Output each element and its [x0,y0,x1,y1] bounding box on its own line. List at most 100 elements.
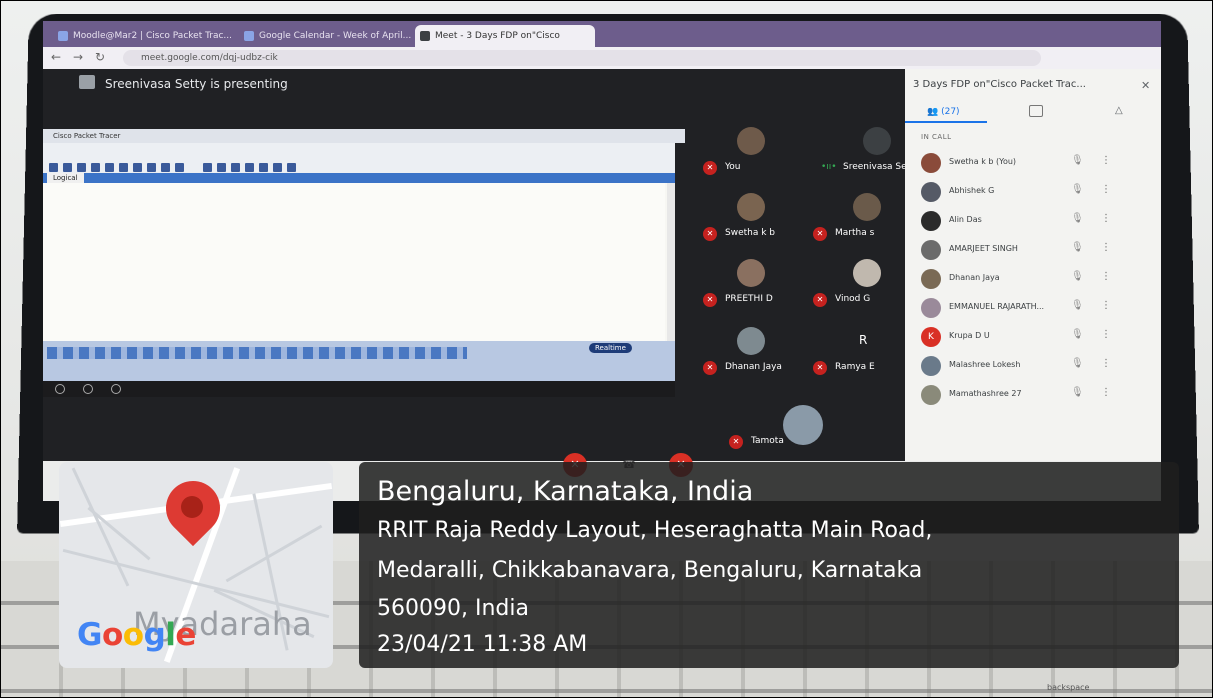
participant-row[interactable]: Swetha k b (You) 🎙 ⋮ [905,149,1161,177]
participant-name: Abhishek G [949,186,995,195]
more-options-icon[interactable]: ⋮ [1101,155,1111,166]
participant-name: Malashree Lokesh [949,360,1021,369]
participant-row[interactable]: K Krupa D U 🎙 ⋮ [905,323,1161,351]
mic-off-icon: ✕ [703,161,717,175]
pt-tool-icon [231,163,240,172]
laptop-screen: Moodle@Mar2 | Cisco Packet Trac... Googl… [43,21,1161,461]
address-line-2: Medaralli, Chikkabanavara, Bengaluru, Ka… [377,558,923,583]
participant-row[interactable]: Alin Das 🎙 ⋮ [905,207,1161,235]
avatar [783,405,823,445]
avatar [921,298,941,318]
tab-favicon-icon [58,31,68,41]
more-options-icon[interactable]: ⋮ [1101,358,1111,369]
url-field[interactable]: meet.google.com/dqj-udbz-cik [123,50,1041,66]
pt-tool-icon [217,163,226,172]
tab-favicon-icon [244,31,254,41]
participant-row[interactable]: Abhishek G 🎙 ⋮ [905,178,1161,206]
mic-off-icon: 🎙 [1071,300,1084,311]
avatar [921,240,941,260]
participant-row[interactable]: Malashree Lokesh 🎙 ⋮ [905,352,1161,380]
more-options-icon[interactable]: ⋮ [1101,242,1111,253]
tile-name: You [725,162,741,172]
photo-frame: Moodle@Mar2 | Cisco Packet Trac... Googl… [0,0,1213,698]
location-city: Bengaluru, Karnataka, India [377,476,754,507]
participant-row[interactable]: Mamathashree 27 🎙 ⋮ [905,381,1161,409]
pt-scrollbar [667,183,675,341]
mic-off-icon: 🎙 [1071,184,1084,195]
avatar [921,211,941,231]
avatar [921,385,941,405]
pt-logical-bar: Logical [43,173,675,183]
pt-realtime-badge: Realtime [589,343,632,353]
participant-name: Swetha k b (You) [949,157,1017,166]
reload-icon[interactable]: ↻ [95,50,105,64]
presenting-banner: Sreenivasa Setty is presenting [105,77,288,91]
mic-off-icon: ✕ [703,361,717,375]
tile-tamota: ✕ Tamota [729,405,849,455]
avatar [737,259,765,287]
avatar [921,182,941,202]
participant-name: Mamathashree 27 [949,389,1022,398]
google-logo: Google [77,617,196,653]
pt-tool-icon [161,163,170,172]
pt-workspace [43,183,665,341]
tab-favicon-icon [420,31,430,41]
more-options-icon[interactable]: ⋮ [1101,329,1111,340]
mic-off-icon: 🎙 [1071,242,1084,253]
mic-off-icon: ✕ [703,227,717,241]
more-options-icon[interactable]: ⋮ [1101,213,1111,224]
tile-martha: ✕ Martha s [813,193,913,253]
pt-logical-tab: Logical [47,173,84,183]
panel-title: 3 Days FDP on"Cisco Packet Trac... [913,79,1086,90]
activities-icon[interactable]: △ [1115,105,1123,116]
avatar [737,193,765,221]
chat-icon[interactable] [1029,105,1043,117]
avatar: K [921,327,941,347]
pt-tool-icon [91,163,100,172]
mic-off-icon: ✕ [729,435,743,449]
browser-tab-meet[interactable]: Meet - 3 Days FDP on"Cisco [415,25,595,47]
pt-tool-icon [245,163,254,172]
tile-name: Dhanan Jaya [725,362,782,372]
browser-tab-calendar[interactable]: Google Calendar - Week of April... [239,25,429,47]
avatar [921,153,941,173]
forward-arrow-icon[interactable]: → [73,50,83,64]
pt-tool-icon [147,163,156,172]
participant-name: AMARJEET SINGH [949,244,1018,253]
participant-row[interactable]: EMMANUEL RAJARATH... 🎙 ⋮ [905,294,1161,322]
pt-tool-icon [175,163,184,172]
more-options-icon[interactable]: ⋮ [1101,271,1111,282]
more-options-icon[interactable]: ⋮ [1101,184,1111,195]
mic-off-icon: 🎙 [1071,213,1084,224]
people-tab[interactable]: 👥 (27) [927,107,960,117]
more-options-icon[interactable]: ⋮ [1101,387,1111,398]
mic-off-icon: ✕ [703,293,717,307]
pt-window-title: Cisco Packet Tracer [43,129,685,143]
address-bar: ← → ↻ meet.google.com/dqj-udbz-cik [43,47,1161,69]
initial-avatar: R [859,333,868,347]
browser-tab-bar: Moodle@Mar2 | Cisco Packet Trac... Googl… [43,21,1161,47]
timestamp: 23/04/21 11:38 AM [377,632,588,657]
mic-off-icon: ✕ [813,361,827,375]
tile-name: Martha s [835,228,875,238]
pt-tool-icon [105,163,114,172]
participant-row[interactable]: Dhanan Jaya 🎙 ⋮ [905,265,1161,293]
pt-tool-icon [63,163,72,172]
mic-off-icon: ✕ [813,227,827,241]
tab-label: Google Calendar - Week of April... [259,31,412,41]
avatar [853,259,881,287]
mic-off-icon: 🎙 [1071,387,1084,398]
backspace-key-label: backspace [1047,683,1090,692]
avatar [737,127,765,155]
back-arrow-icon[interactable]: ← [51,50,61,64]
tab-underline [905,121,987,123]
close-icon[interactable]: ✕ [1141,79,1150,92]
tile-dhanan: ✕ Dhanan Jaya [703,327,803,387]
participant-row[interactable]: AMARJEET SINGH 🎙 ⋮ [905,236,1161,264]
mic-off-icon: 🎙 [1071,155,1084,166]
browser-tab-moodle[interactable]: Moodle@Mar2 | Cisco Packet Trac... [53,25,243,47]
pt-tool-icon [203,163,212,172]
shared-screen: Cisco Packet Tracer Logical Realtime [43,129,685,397]
more-options-icon[interactable]: ⋮ [1101,300,1111,311]
participant-name: Dhanan Jaya [949,273,1000,282]
